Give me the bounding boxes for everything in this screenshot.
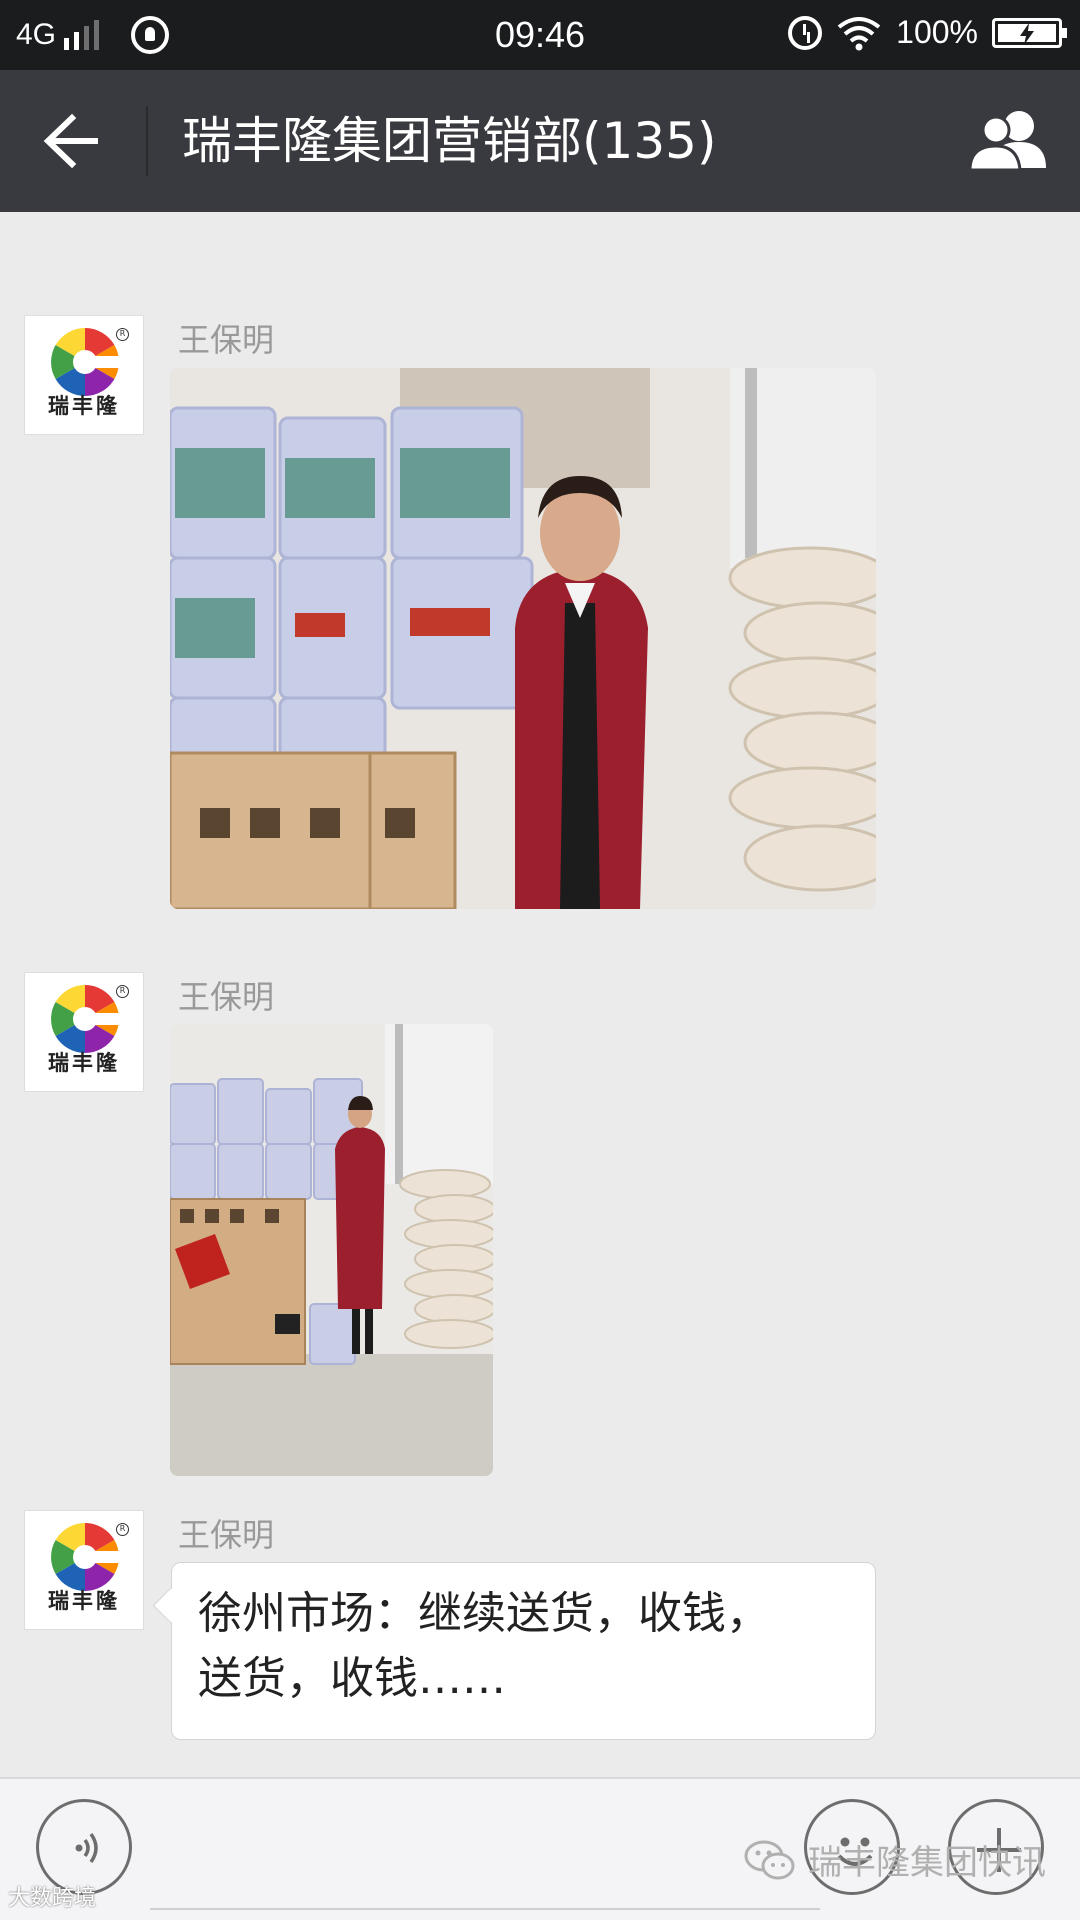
sender-name: 王保明 (178, 1516, 275, 1554)
warehouse-photo (170, 368, 876, 909)
image-message[interactable] (170, 1024, 493, 1476)
chat-input-bar: 瑞丰隆集团快讯 大数跨境 (0, 1777, 1080, 1920)
wechat-icon (744, 1840, 795, 1879)
registered-mark: R (116, 985, 129, 998)
watermark-logo: 大数跨境 (8, 1885, 97, 1910)
chat-message-list[interactable]: R 瑞丰隆 王保明 R 瑞丰隆 王保明 R 瑞丰隆 王保明 徐州市场：继续送货，… (0, 212, 1080, 1777)
sender-name: 王保明 (178, 321, 275, 359)
message-text-line: 徐州市场：继续送货，收钱， (198, 1588, 770, 1639)
title-divider (146, 106, 148, 176)
warehouse-photo (170, 1024, 493, 1476)
registered-mark: R (116, 328, 129, 341)
avatar-brand-text: 瑞丰隆 (48, 1050, 120, 1075)
group-members-button[interactable] (966, 106, 1052, 176)
watermark-account-text: 瑞丰隆集团快讯 (808, 1843, 1046, 1883)
registered-mark: R (116, 1523, 129, 1536)
text-message-row: 徐州市场：继续送货，收钱， 送货，收钱…… (0, 1562, 1080, 1742)
message-text-line: 送货，收钱…… (198, 1653, 506, 1704)
wifi-icon (837, 16, 881, 50)
status-bar: 4G 09:46 100% (0, 0, 1080, 70)
avatar[interactable]: R 瑞丰隆 (24, 972, 144, 1092)
watermark-account: 瑞丰隆集团快讯 (744, 1835, 1046, 1884)
voice-input-icon (75, 1832, 98, 1864)
image-message[interactable] (170, 368, 876, 909)
battery-charging-icon (992, 17, 1067, 48)
status-right: 100% (788, 14, 1067, 51)
message-input-field[interactable] (150, 1908, 820, 1910)
text-message-bubble[interactable]: 徐州市场：继续送货，收钱， 送货，收钱…… (171, 1562, 876, 1740)
sender-name: 王保明 (178, 978, 275, 1016)
back-button[interactable] (38, 108, 108, 174)
chat-title-bar: 瑞丰隆集团营销部(135) (0, 70, 1080, 212)
alarm-icon (788, 15, 823, 50)
chat-title: 瑞丰隆集团营销部(135) (182, 112, 717, 170)
avatar[interactable]: R 瑞丰隆 (24, 315, 144, 435)
group-members-icon (968, 111, 1046, 172)
back-arrow-icon (43, 113, 98, 169)
avatar-brand-text: 瑞丰隆 (48, 393, 120, 418)
battery-percent: 100% (896, 14, 978, 50)
